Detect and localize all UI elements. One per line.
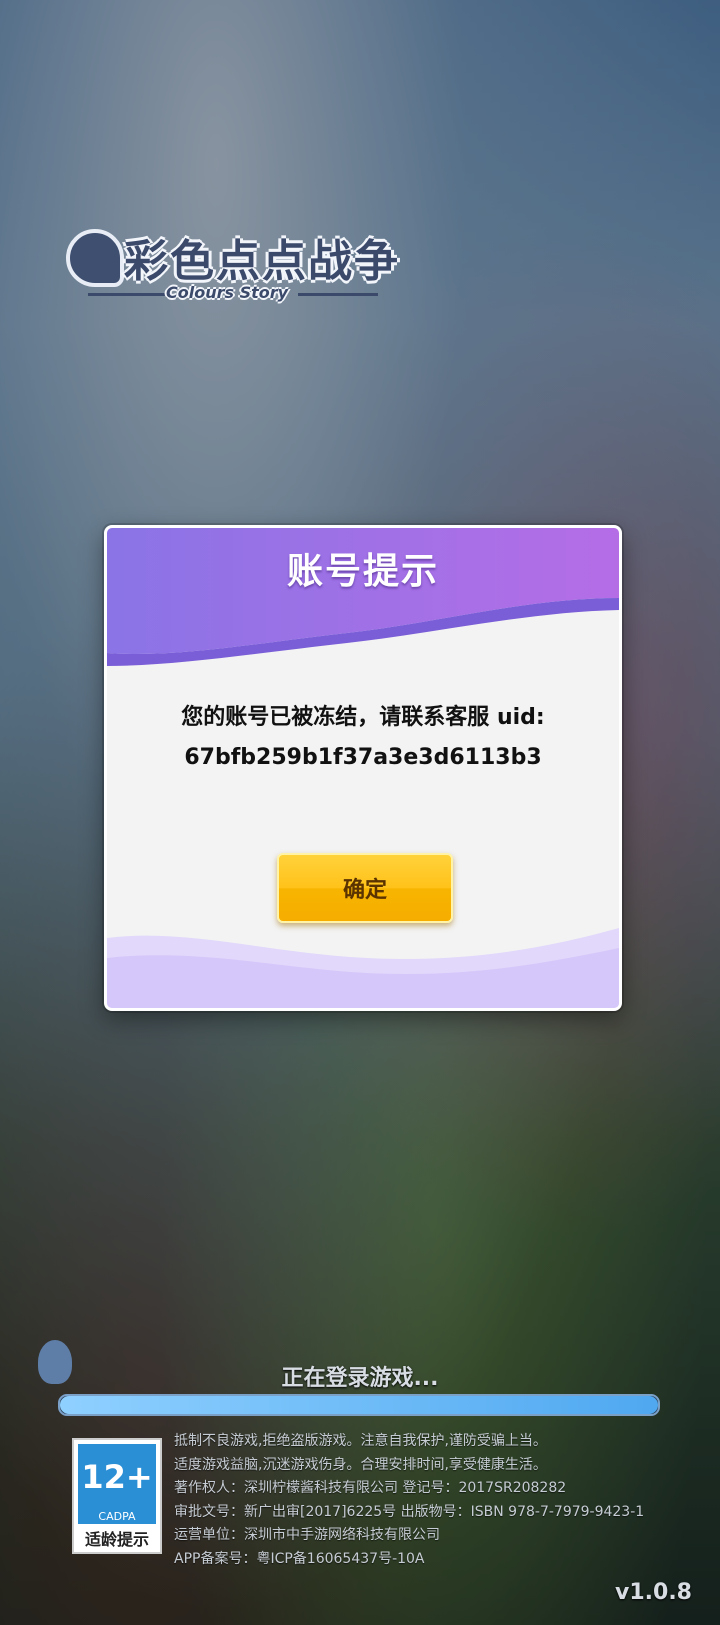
legal-line: 抵制不良游戏,拒绝盗版游戏。注意自我保护,谨防受骗上当。	[174, 1433, 547, 1449]
legal-notice: 抵制不良游戏,拒绝盗版游戏。注意自我保护,谨防受骗上当。 适度游戏益脑,沉迷游戏…	[174, 1430, 694, 1571]
dialog-uid: 67bfb259b1f37a3e3d6113b3	[184, 745, 542, 770]
logo-divider-right	[298, 293, 378, 296]
logo-mushroom-icon	[66, 229, 124, 287]
legal-line: 著作权人：深圳柠檬酱科技有限公司 登记号：2017SR208282	[174, 1480, 567, 1496]
legal-line: 运营单位：深圳市中手游网络科技有限公司	[174, 1527, 440, 1543]
loading-status-text: 正在登录游戏...	[281, 1366, 439, 1391]
legal-line: APP备案号：粤ICP备16065437号-10A	[174, 1550, 425, 1567]
logo-title: 彩色点点战争	[124, 236, 400, 287]
age-rating-label: 适龄提示	[84, 1530, 149, 1549]
game-logo: 彩色点点战争 Colours Story	[66, 225, 406, 305]
dialog-footer-wave	[107, 928, 619, 1008]
logo-divider-left	[88, 293, 168, 296]
account-notice-dialog: 账号提示 您的账号已被冻结，请联系客服 uid: 67bfb259b1f37a3…	[104, 525, 622, 1011]
legal-line: 审批文号：新广出审[2017]6225号 出版物号：ISBN 978-7-797…	[174, 1503, 645, 1520]
age-rating-value: 12+	[78, 1444, 156, 1510]
age-rating-badge: 12+ CADPA 适龄提示	[72, 1438, 162, 1554]
confirm-button[interactable]: 确定	[277, 853, 453, 923]
version-label: v1.0.8	[615, 1580, 692, 1605]
loading-progress-fill	[60, 1396, 658, 1414]
dialog-message: 您的账号已被冻结，请联系客服 uid: 67bfb259b1f37a3e3d61…	[107, 698, 619, 778]
legal-line: 适度游戏益脑,沉迷游戏伤身。合理安排时间,享受健康生活。	[174, 1456, 547, 1473]
age-rating-org: CADPA	[78, 1510, 156, 1524]
dialog-message-line-1: 您的账号已被冻结，请联系客服 uid:	[181, 705, 545, 730]
logo-subtitle: Colours Story	[166, 283, 289, 302]
loading-progress-bar	[58, 1394, 660, 1416]
dialog-title: 账号提示	[286, 551, 439, 592]
